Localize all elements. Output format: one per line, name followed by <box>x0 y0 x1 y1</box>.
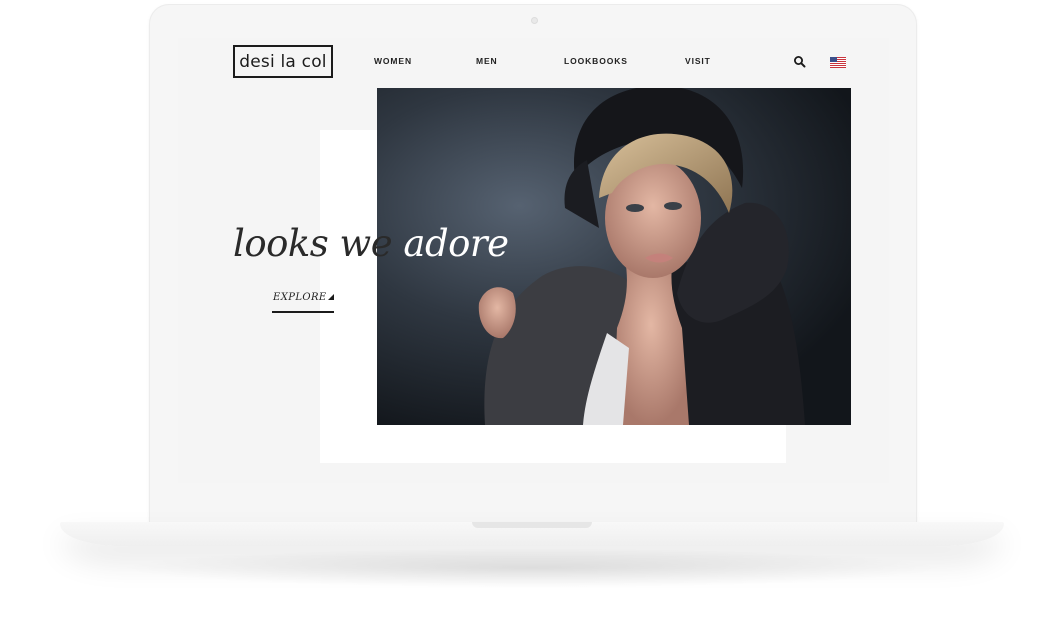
site-logo[interactable]: desi la col <box>233 45 333 78</box>
us-flag-icon[interactable] <box>830 57 846 68</box>
nav-item-visit[interactable]: VISIT <box>685 56 711 66</box>
laptop-base-notch <box>472 522 592 528</box>
laptop-screen: desi la col WOMEN MEN LOOKBOOKS VISIT lo… <box>178 38 889 483</box>
headline-text-dark: looks we <box>233 222 393 265</box>
laptop-shadow <box>120 548 944 588</box>
hero-headline: looks we adore <box>233 222 509 265</box>
webcam-icon <box>531 17 538 24</box>
search-icon[interactable] <box>793 55 807 69</box>
nav-item-men[interactable]: MEN <box>476 56 498 66</box>
corner-arrow-icon <box>328 294 334 300</box>
explore-label: EXPLORE <box>273 292 327 303</box>
explore-link[interactable]: EXPLORE <box>272 290 334 313</box>
headline-text-light: adore <box>403 222 509 265</box>
nav-item-women[interactable]: WOMEN <box>374 56 412 66</box>
nav-item-lookbooks[interactable]: LOOKBOOKS <box>564 56 628 66</box>
